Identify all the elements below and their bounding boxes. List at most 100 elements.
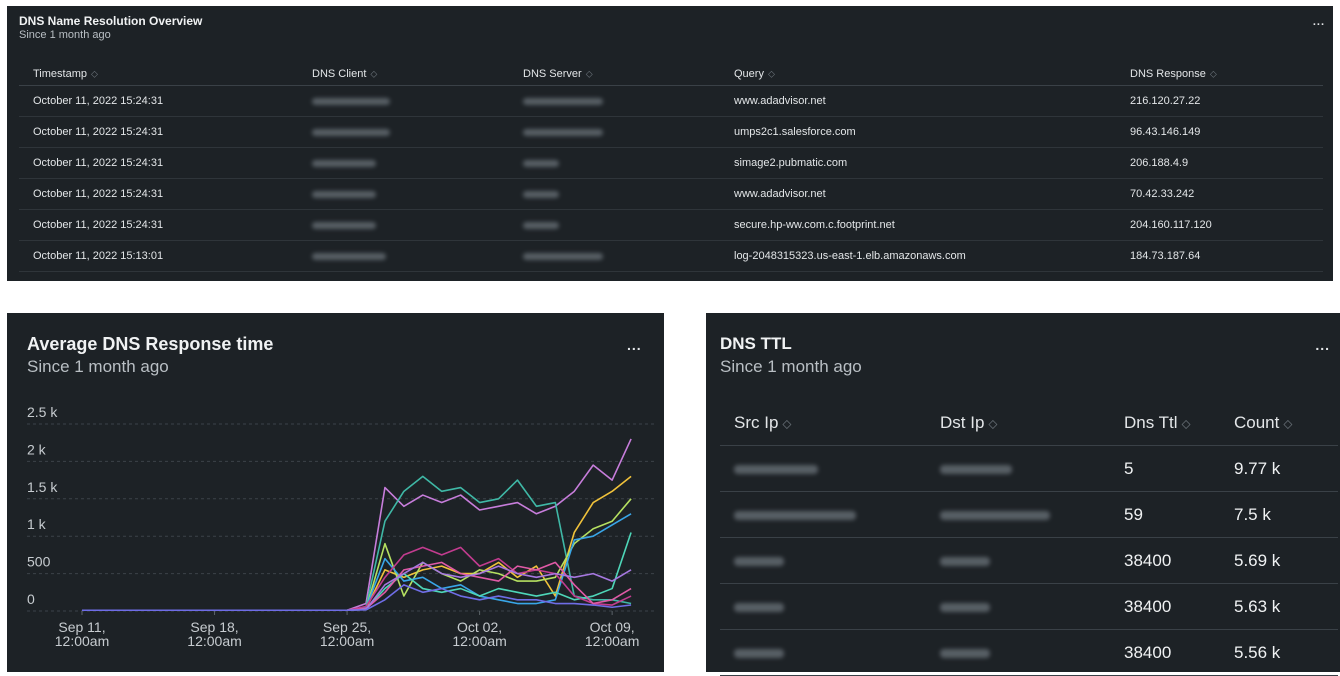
table-row[interactable]: October 11, 2022 15:24:31 umps2c1.salesf…	[19, 116, 1323, 148]
column-header-src-ip[interactable]: Src Ip ⬦	[720, 401, 926, 446]
sort-icon[interactable]: ⬦	[370, 69, 377, 80]
table-row[interactable]: 38400 5.69 k	[720, 537, 1338, 584]
src-ip-cell	[720, 629, 926, 676]
query-cell: umps2c1.salesforce.com	[720, 116, 1116, 148]
column-header-dst-ip[interactable]: Dst Ip ⬦	[926, 401, 1110, 446]
sort-icon[interactable]: ⬦	[988, 416, 997, 431]
redacted-ip	[312, 97, 390, 105]
dns-server-cell	[509, 178, 720, 210]
dns-ttl-table: Src Ip ⬦ Dst Ip ⬦ Dns Ttl ⬦ Count ⬦ 5 9.77 k…	[720, 401, 1338, 676]
redacted-ip	[312, 221, 376, 229]
sort-icon[interactable]: ⬦	[1210, 69, 1217, 80]
src-ip-cell	[720, 537, 926, 584]
panel-title: DNS Name Resolution Overview	[19, 14, 203, 28]
dns-ttl-panel: DNS TTL Since 1 month ago ... Src Ip ⬦ Ds…	[706, 313, 1340, 676]
src-ip-cell	[720, 583, 926, 630]
sort-icon[interactable]: ⬦	[91, 69, 98, 80]
table-row[interactable]: October 11, 2022 15:24:31 simage2.pubmat…	[19, 147, 1323, 179]
dst-ip-cell	[926, 491, 1110, 538]
panel-title: DNS TTL	[720, 334, 792, 353]
dns-ttl-cell: 59	[1110, 491, 1220, 538]
column-header-dns-client[interactable]: DNS Client ⬦	[298, 62, 509, 86]
dns-client-cell	[298, 116, 509, 148]
src-ip-cell	[720, 445, 926, 492]
sort-icon[interactable]: ⬦	[768, 69, 775, 80]
query-cell: www.adadvisor.net	[720, 178, 1116, 210]
response-time-chart[interactable]: 2.5 k2 k1.5 k1 k5000Sep 11,12:00amSep 18…	[7, 313, 664, 672]
dns-server-cell	[509, 85, 720, 117]
x-tick-label: 12:00am	[55, 633, 109, 649]
column-header-query[interactable]: Query ⬦	[720, 62, 1116, 86]
table-row[interactable]: 5 9.77 k	[720, 445, 1338, 492]
more-options-icon[interactable]: ...	[1315, 337, 1330, 353]
dns-ttl-cell: 5	[1110, 445, 1220, 492]
y-tick-label: 1.5 k	[27, 479, 58, 495]
dst-ip-cell	[926, 583, 1110, 630]
table-row[interactable]: 38400 5.63 k	[720, 583, 1338, 630]
redacted-ip	[734, 464, 818, 474]
response-cell: 184.73.187.64	[1116, 240, 1323, 272]
dns-server-cell	[509, 209, 720, 241]
redacted-ip	[523, 252, 603, 260]
y-tick-label: 500	[27, 554, 51, 570]
series-line	[82, 475, 632, 612]
y-tick-label: 2 k	[27, 441, 47, 457]
table-row[interactable]: 38400 5.56 k	[720, 629, 1338, 676]
column-header-dns-server[interactable]: DNS Server ⬦	[509, 62, 720, 86]
dns-ttl-cell: 38400	[1110, 583, 1220, 630]
timestamp-cell: October 11, 2022 15:24:31	[19, 116, 298, 148]
redacted-ip	[940, 510, 1050, 520]
dst-ip-cell	[926, 445, 1110, 492]
column-header-count[interactable]: Count ⬦	[1220, 401, 1338, 446]
sort-icon[interactable]: ⬦	[1283, 416, 1292, 431]
redacted-ip	[312, 190, 376, 198]
timestamp-cell: October 11, 2022 15:24:31	[19, 85, 298, 117]
redacted-ip	[523, 97, 603, 105]
series-line	[82, 532, 632, 612]
redacted-ip	[523, 221, 559, 229]
redacted-ip	[734, 556, 784, 566]
count-cell: 5.63 k	[1220, 583, 1338, 630]
sort-icon[interactable]: ⬦	[586, 69, 593, 80]
redacted-ip	[523, 159, 559, 167]
table-row[interactable]: October 11, 2022 15:24:31 www.adadvisor.…	[19, 85, 1323, 117]
redacted-ip	[734, 510, 856, 520]
redacted-ip	[523, 190, 559, 198]
x-tick-label: 12:00am	[187, 633, 241, 649]
table-row[interactable]: October 11, 2022 15:24:31 www.adadvisor.…	[19, 178, 1323, 210]
column-header-dns-response[interactable]: DNS Response ⬦	[1116, 62, 1323, 86]
response-cell: 70.42.33.242	[1116, 178, 1323, 210]
column-header-timestamp[interactable]: Timestamp ⬦	[19, 62, 298, 86]
dns-client-cell	[298, 209, 509, 241]
response-time-panel: Average DNS Response time Since 1 month …	[7, 313, 664, 672]
redacted-ip	[940, 602, 990, 612]
redacted-ip	[312, 159, 376, 167]
table-row[interactable]: October 11, 2022 15:24:31 secure.hp-ww.c…	[19, 209, 1323, 241]
sort-icon[interactable]: ⬦	[1182, 416, 1191, 431]
dns-server-cell	[509, 116, 720, 148]
column-header-dns-ttl[interactable]: Dns Ttl ⬦	[1110, 401, 1220, 446]
series-line	[82, 475, 632, 612]
panel-subtitle: Since 1 month ago	[19, 29, 111, 41]
series-line	[82, 513, 632, 612]
table-row[interactable]: October 11, 2022 15:13:01 log-2048315323…	[19, 240, 1323, 272]
table-row[interactable]: 59 7.5 k	[720, 491, 1338, 538]
panel-subtitle: Since 1 month ago	[720, 357, 862, 376]
timestamp-cell: October 11, 2022 15:24:31	[19, 178, 298, 210]
sort-icon[interactable]: ⬦	[782, 416, 791, 431]
response-cell: 206.188.4.9	[1116, 147, 1323, 179]
timestamp-cell: October 11, 2022 15:24:31	[19, 147, 298, 179]
x-tick-label: 12:00am	[452, 633, 506, 649]
response-cell: 216.120.27.22	[1116, 85, 1323, 117]
more-options-icon[interactable]: ...	[1313, 16, 1325, 28]
dns-client-cell	[298, 178, 509, 210]
query-cell: simage2.pubmatic.com	[720, 147, 1116, 179]
dns-client-cell	[298, 240, 509, 272]
dns-server-cell	[509, 240, 720, 272]
query-cell: log-2048315323.us-east-1.elb.amazonaws.c…	[720, 240, 1116, 272]
count-cell: 5.56 k	[1220, 629, 1338, 676]
count-cell: 9.77 k	[1220, 445, 1338, 492]
dns-ttl-cell: 38400	[1110, 629, 1220, 676]
count-cell: 5.69 k	[1220, 537, 1338, 584]
dst-ip-cell	[926, 537, 1110, 584]
